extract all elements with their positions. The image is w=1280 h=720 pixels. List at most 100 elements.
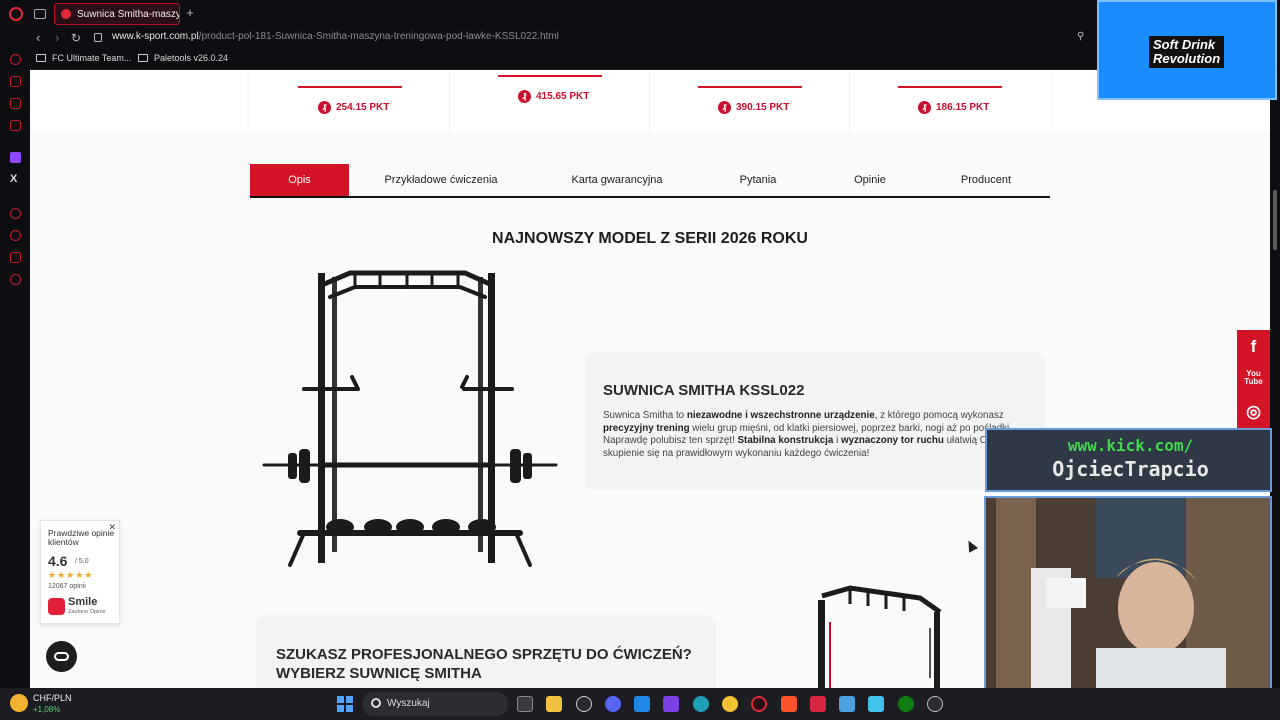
price-cell[interactable]: ₰ 186.15 PKT: [850, 70, 1050, 131]
search-placeholder: Wyszukaj: [387, 698, 430, 709]
address-bar: ‹ › ↻ www.k-sport.com.pl/product-pol-181…: [0, 28, 1280, 48]
brave-icon[interactable]: [781, 696, 797, 712]
messenger-icon[interactable]: [10, 98, 21, 109]
sponsor-line2: Revolution: [1153, 51, 1221, 66]
trust-score: 4.6: [48, 553, 68, 569]
folder-icon: [36, 54, 46, 62]
player-icon[interactable]: [10, 208, 21, 219]
tab-exercises[interactable]: Przykładowe ćwiczenia: [372, 164, 510, 196]
price-divider: [698, 86, 802, 88]
browser-tab-bar: Suwnica Smitha-maszyna +: [0, 0, 1280, 28]
webcam-image: [986, 498, 1270, 710]
opera-logo-icon[interactable]: [9, 7, 23, 21]
youtube-icon[interactable]: You Tube: [1237, 370, 1270, 386]
promo-title: SZUKASZ PROFESJONALNEGO SPRZĘTU DO ĆWICZ…: [276, 646, 692, 682]
task-view-icon[interactable]: [517, 696, 533, 712]
chat-icon: [54, 652, 69, 661]
tab-producer[interactable]: Producent: [948, 164, 1024, 196]
desc-text: , z którego pomocą wykonasz: [874, 410, 1004, 421]
windows-start-icon[interactable]: [337, 696, 353, 712]
history-icon[interactable]: [10, 230, 21, 241]
chatgpt-icon[interactable]: [576, 696, 592, 712]
app-icon[interactable]: [868, 696, 884, 712]
points-value: 186.15 PKT: [936, 102, 990, 113]
scroll-thumb[interactable]: [1273, 190, 1277, 250]
tab-questions[interactable]: Pytania: [728, 164, 788, 196]
points-coin-icon: ₰: [518, 90, 531, 103]
price-divider: [298, 86, 402, 88]
desc-bold: precyzyjny trening: [603, 422, 690, 434]
ticker-symbol: CHF/PLN: [33, 693, 72, 703]
photos-icon[interactable]: [839, 696, 855, 712]
price-cell[interactable]: ₰ 415.65 PKT: [450, 70, 650, 131]
chrome-icon[interactable]: [722, 696, 738, 712]
tab-opis[interactable]: Opis: [250, 164, 349, 196]
kick-url: www.kick.com/: [1067, 436, 1194, 455]
price-cell[interactable]: ₰ 254.15 PKT: [250, 70, 450, 131]
product-tabs: Opis Przykładowe ćwiczenia Karta gwaranc…: [250, 164, 1050, 198]
tab-title: Suwnica Smitha-maszyna: [77, 8, 180, 20]
xbox-icon[interactable]: [898, 696, 914, 712]
page-icon: [138, 54, 148, 62]
bookmark-fc-ultimate[interactable]: FC Ultimate Team...: [36, 53, 131, 63]
trust-widget[interactable]: ✕ Prawdziwe opinie klientów 4.6 / 5.0 ★★…: [40, 520, 120, 624]
back-icon[interactable]: ‹: [36, 30, 40, 46]
price-cell[interactable]: ₰ 390.15 PKT: [650, 70, 850, 131]
points-price: ₰ 415.65 PKT: [518, 90, 589, 103]
product-title: SUWNICA SMITHA KSSL022: [603, 382, 805, 399]
vivaldi-icon[interactable]: [810, 696, 826, 712]
tab-warranty[interactable]: Karta gwarancyjna: [556, 164, 678, 196]
instagram-icon[interactable]: ◎: [1237, 402, 1270, 422]
obs-icon[interactable]: [663, 696, 679, 712]
wallet-icon[interactable]: [10, 76, 21, 87]
url-path: /product-pol-181-Suwnica-Smitha-maszyna-…: [198, 31, 559, 42]
settings-icon[interactable]: [10, 274, 21, 285]
desc-bold: Stabilna konstrukcja: [737, 435, 834, 447]
points-coin-icon: ₰: [718, 101, 731, 114]
sponsor-logo: Soft Drink Revolution: [1149, 36, 1225, 68]
promo-card: SZUKASZ PROFESJONALNEGO SPRZĘTU DO ĆWICZ…: [256, 615, 716, 688]
opera-gx-icon[interactable]: [751, 696, 767, 712]
desc-bold: wyznaczony tor ruchu: [840, 435, 944, 447]
bookmarks-bar: FC Ultimate Team... Paletools v26.0.24: [0, 48, 1280, 70]
taskbar-search[interactable]: Wyszukaj: [362, 692, 508, 716]
new-tab-button[interactable]: +: [183, 6, 197, 20]
weather-icon[interactable]: [10, 694, 28, 712]
points-value: 415.65 PKT: [536, 91, 590, 102]
bookmark-paletools[interactable]: Paletools v26.0.24: [138, 53, 228, 63]
desc-text: Suwnica Smitha to: [603, 410, 687, 421]
reload-icon[interactable]: ↻: [71, 30, 81, 46]
browser-sidebar: X: [0, 48, 30, 688]
discord-icon[interactable]: [605, 696, 621, 712]
twitch-icon[interactable]: [10, 152, 21, 163]
forward-icon[interactable]: ›: [55, 30, 59, 46]
tab-reviews[interactable]: Opinie: [840, 164, 900, 196]
steam-icon[interactable]: [927, 696, 943, 712]
vscode-icon[interactable]: [634, 696, 650, 712]
facebook-icon[interactable]: f: [1237, 337, 1270, 357]
points-price: ₰ 390.15 PKT: [718, 101, 789, 114]
chat-button[interactable]: [46, 641, 77, 672]
sponsor-overlay: Soft Drink Revolution: [1097, 0, 1277, 100]
aria-icon[interactable]: [10, 54, 21, 65]
brand-name: Smile: [68, 596, 98, 608]
windows-taskbar: CHF/PLN +1,08% Wyszukaj: [0, 688, 1280, 720]
x-twitter-icon[interactable]: X: [10, 173, 17, 185]
file-explorer-icon[interactable]: [546, 696, 562, 712]
extensions-icon[interactable]: [10, 252, 21, 263]
section-heading: NAJNOWSZY MODEL Z SERII 2026 ROKU: [492, 230, 808, 247]
kick-channel: OjciecTrapcio: [1052, 457, 1209, 481]
edge-icon[interactable]: [693, 696, 709, 712]
url-field[interactable]: www.k-sport.com.pl/product-pol-181-Suwni…: [112, 31, 559, 42]
lock-icon: [94, 33, 102, 42]
mail-icon[interactable]: [10, 120, 21, 131]
review-count: 12067 opinii: [48, 583, 86, 590]
webcam-feed: [984, 496, 1272, 712]
pin-icon[interactable]: ⚲: [1077, 31, 1084, 42]
tab-overview-icon[interactable]: [34, 9, 46, 19]
social-bar: f You Tube ◎: [1237, 330, 1270, 430]
price-divider: [498, 75, 602, 77]
browser-tab-active[interactable]: Suwnica Smitha-maszyna: [54, 3, 180, 25]
smith-machine-image-2: [818, 585, 942, 688]
price-strip: ₰ 254.15 PKT ₰ 415.65 PKT ₰ 390.15 PKT ₰ 186…: [250, 70, 1050, 131]
